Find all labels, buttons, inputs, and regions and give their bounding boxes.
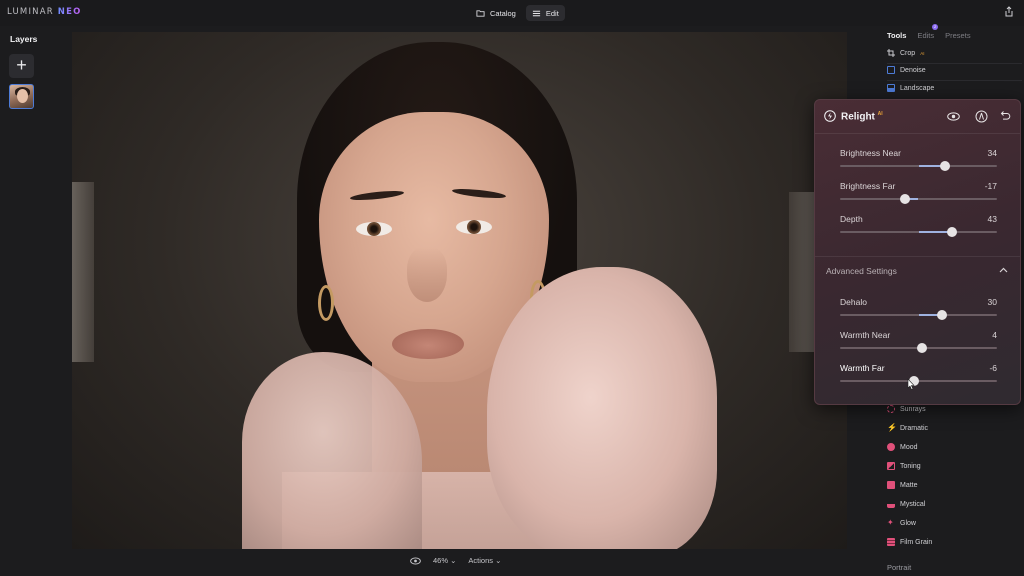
tool-mood[interactable]: Mood bbox=[887, 443, 918, 451]
sunrays-icon bbox=[887, 405, 895, 413]
preview-eye-icon[interactable] bbox=[410, 557, 421, 565]
advanced-settings-toggle[interactable]: Advanced Settings bbox=[815, 256, 1020, 284]
tool-film-grain[interactable]: Film Grain bbox=[887, 538, 932, 546]
visibility-eye-icon[interactable] bbox=[947, 110, 960, 123]
panel-tabs: Tools Edits 2 Presets bbox=[887, 24, 971, 40]
reset-undo-icon[interactable] bbox=[998, 110, 1011, 123]
mystical-icon bbox=[887, 500, 895, 508]
zoom-dropdown[interactable]: 46% ⌄ bbox=[433, 556, 456, 565]
tool-dramatic[interactable]: ⚡ Dramatic bbox=[887, 424, 928, 432]
denoise-icon bbox=[887, 66, 895, 74]
edits-count-badge: 2 bbox=[932, 24, 939, 30]
app-logo: LUMINAR NEO bbox=[7, 7, 82, 17]
landscape-icon bbox=[887, 84, 895, 92]
edit-button[interactable]: Edit bbox=[525, 5, 565, 21]
section-portrait[interactable]: Portrait bbox=[887, 563, 911, 572]
tool-mystical[interactable]: Mystical bbox=[887, 500, 925, 508]
slider-handle[interactable] bbox=[940, 161, 951, 171]
bottom-bar: 46% ⌄ Actions ⌄ bbox=[410, 556, 501, 565]
tool-landscape[interactable]: Landscape bbox=[887, 84, 934, 92]
matte-icon bbox=[887, 481, 895, 489]
tool-glow[interactable]: ✦ Glow bbox=[887, 519, 916, 527]
relight-header: Relight AI bbox=[815, 100, 1020, 134]
sliders-icon bbox=[532, 10, 540, 16]
tab-presets[interactable]: Presets bbox=[945, 31, 970, 40]
slider-handle[interactable] bbox=[916, 343, 927, 353]
top-bar: LUMINAR NEO Catalog Edit bbox=[0, 0, 1024, 26]
tab-edits[interactable]: Edits 2 bbox=[917, 24, 939, 40]
relight-panel: Relight AI Brightness Near 34 Brightness … bbox=[814, 99, 1021, 405]
slider-handle[interactable] bbox=[900, 194, 911, 204]
folder-icon bbox=[476, 9, 485, 17]
catalog-label: Catalog bbox=[490, 8, 516, 18]
add-layer-button[interactable]: + bbox=[9, 54, 34, 78]
mood-icon bbox=[887, 443, 895, 451]
film-grain-icon bbox=[887, 538, 895, 546]
relight-icon bbox=[824, 110, 836, 122]
slider-handle[interactable] bbox=[947, 227, 958, 237]
edit-label: Edit bbox=[545, 8, 559, 18]
mask-brush-icon[interactable] bbox=[975, 110, 988, 123]
photo-canvas[interactable] bbox=[72, 32, 847, 549]
top-navigation: Catalog Edit bbox=[470, 5, 565, 21]
tool-matte[interactable]: Matte bbox=[887, 481, 918, 489]
slider-handle[interactable] bbox=[937, 310, 948, 320]
tool-toning[interactable]: Toning bbox=[887, 462, 921, 470]
actions-dropdown[interactable]: Actions ⌄ bbox=[468, 556, 501, 565]
earring-left bbox=[318, 285, 334, 321]
tool-crop[interactable]: Crop AI bbox=[887, 49, 924, 57]
relight-title: Relight AI bbox=[841, 111, 883, 123]
dramatic-icon: ⚡ bbox=[887, 423, 897, 432]
crop-icon bbox=[887, 49, 895, 57]
glow-icon: ✦ bbox=[887, 518, 894, 527]
tab-tools[interactable]: Tools bbox=[887, 31, 906, 40]
layer-thumbnail[interactable] bbox=[9, 84, 34, 109]
toning-icon bbox=[887, 462, 895, 470]
share-icon[interactable] bbox=[1004, 6, 1014, 17]
chevron-up-icon bbox=[999, 267, 1008, 273]
tool-denoise[interactable]: Denoise bbox=[887, 66, 926, 74]
mouse-pointer-icon bbox=[907, 378, 915, 390]
layers-title: Layers bbox=[10, 34, 38, 44]
tool-sunrays[interactable]: Sunrays bbox=[887, 405, 926, 413]
dress-ruffle-right bbox=[487, 267, 717, 549]
catalog-button[interactable]: Catalog bbox=[470, 5, 522, 21]
